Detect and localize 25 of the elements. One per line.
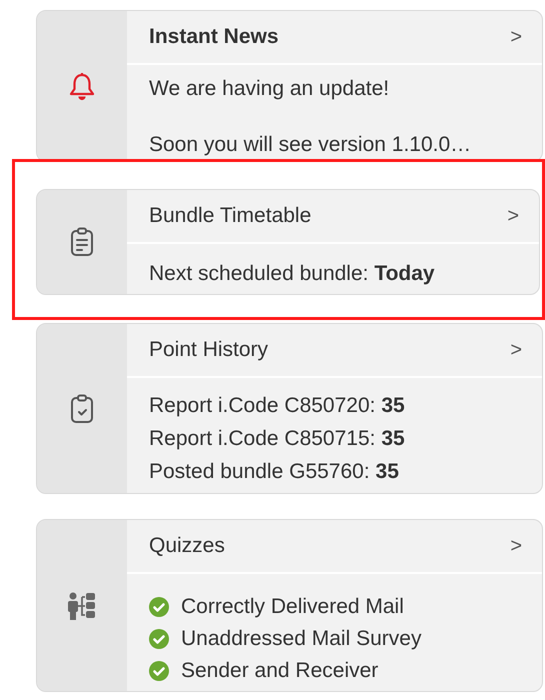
card-line: We are having an update! [149,76,390,102]
quiz-name: Correctly Delivered Mail [181,594,404,620]
card-background[interactable]: Bundle Timetable > Next scheduled bundle: Today [36,189,540,295]
bell-icon [69,71,95,101]
card-background[interactable]: Instant News > We are having an update! Soon you will see version 1.10.0… [36,10,543,162]
card-line: Next scheduled bundle: Today [149,261,436,287]
card-background[interactable]: Quizzes > Correctly Delivered Mail Unaddressed Mail Survey Sender and Receiver [36,519,543,692]
card-title: Instant News [149,24,279,50]
card-line: Posted bundle G55760: 35 [149,459,400,485]
clipboard-list-icon [70,227,94,257]
quiz-name: Unaddressed Mail Survey [181,626,422,652]
person-chart-icon [67,590,97,620]
card-line: Report i.Code C850720: 35 [149,393,406,419]
card-background[interactable]: Point History > Report i.Code C850720: 35 Report i.Code C850715: 35 Posted bundle G55760: 35 [36,323,543,494]
card-title: Point History [149,337,268,364]
chevron-icon[interactable]: > [507,201,519,231]
card-title: Quizzes [149,533,225,560]
card-line: Soon you will see version 1.10.0… [149,132,472,158]
clipboard-check-icon [70,394,94,424]
card-line: Report i.Code C850715: 35 [149,426,406,452]
chevron-icon[interactable]: > [510,22,522,52]
chevron-icon[interactable]: > [510,335,522,365]
card-title: Bundle Timetable [149,203,312,230]
chevron-icon[interactable]: > [510,531,522,561]
quiz-name: Sender and Receiver [181,658,378,684]
